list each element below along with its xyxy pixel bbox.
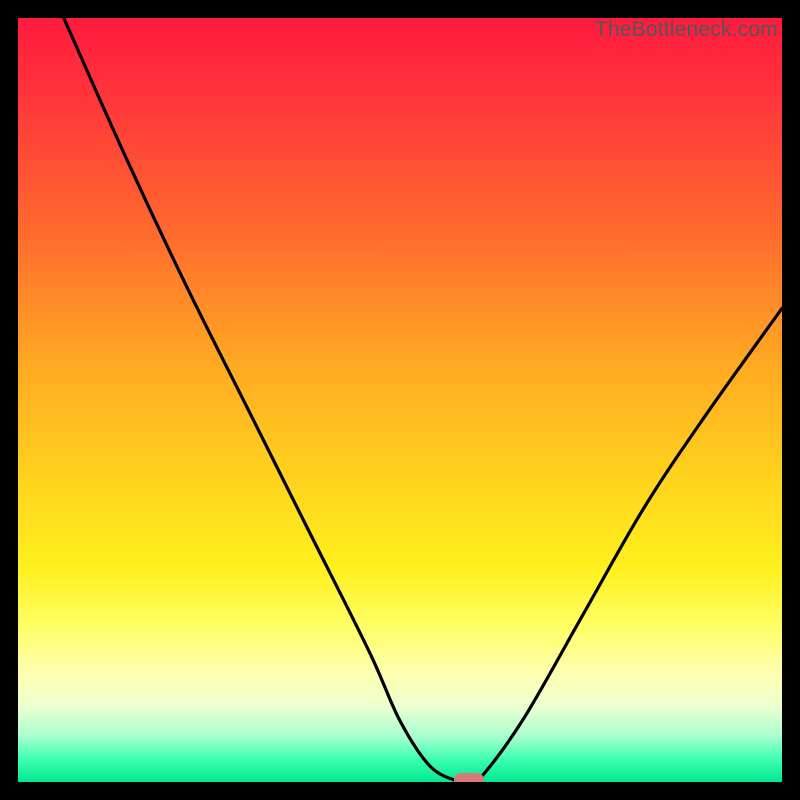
curve-path — [64, 18, 782, 782]
plot-area: TheBottleneck.com — [18, 18, 782, 782]
chart-frame: TheBottleneck.com — [0, 0, 800, 800]
min-marker — [454, 773, 484, 782]
bottleneck-curve — [18, 18, 782, 782]
watermark-label: TheBottleneck.com — [595, 18, 778, 42]
